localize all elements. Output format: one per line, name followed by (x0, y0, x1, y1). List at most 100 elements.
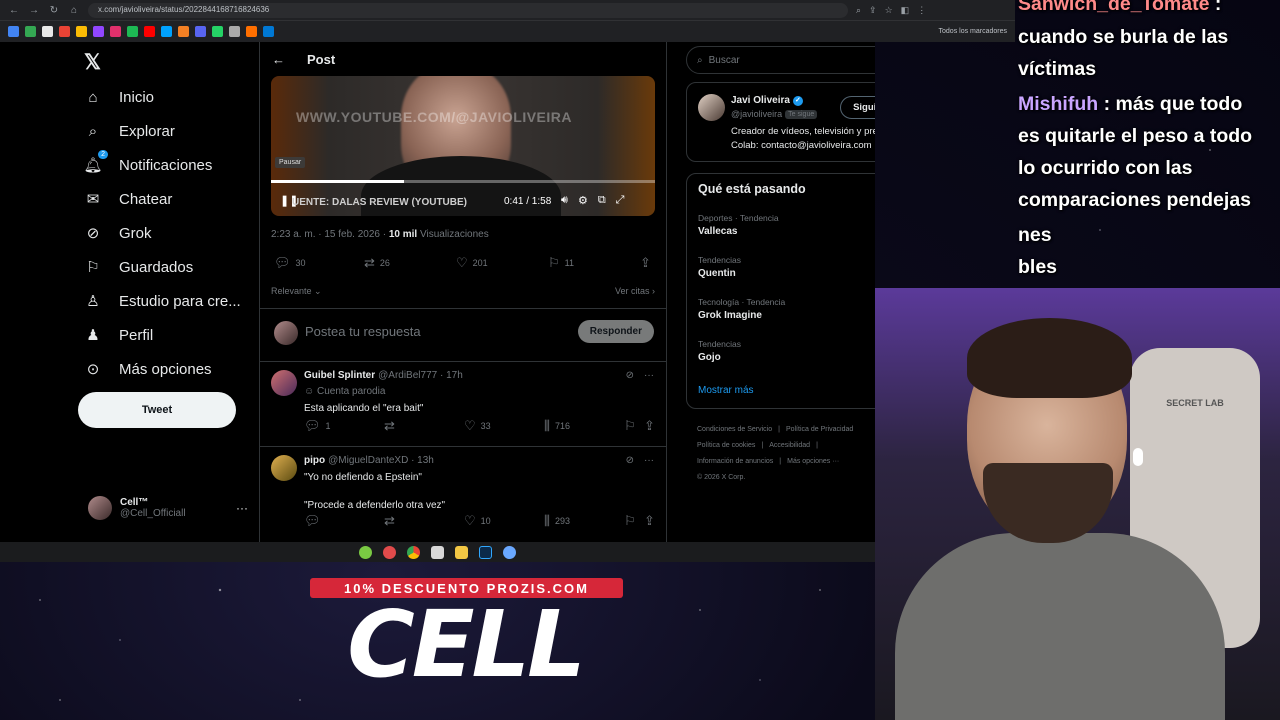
bookmark-icon-6[interactable] (93, 26, 104, 37)
trend-item[interactable]: Tecnología · Tendencia Grok Imagine (698, 297, 875, 321)
sidebar-item-more[interactable]: ⊙ Más opciones (84, 360, 212, 379)
app-icon-bird[interactable] (503, 545, 516, 559)
footer-link[interactable]: Más opciones ··· (787, 458, 839, 465)
bookmark-icon-3[interactable] (42, 26, 53, 37)
footer-link[interactable]: Política de Privacidad (786, 426, 853, 433)
video-progress-bar[interactable] (271, 180, 655, 183)
reply-item[interactable]: pipo @MiguelDanteXD · 13h ⊘ ··· "Yo no def… (260, 447, 666, 542)
bookmark-icon-12[interactable] (195, 26, 206, 37)
sidebar-item-explore[interactable]: ⌕ Explorar (84, 122, 175, 140)
bookmark-icon-1[interactable] (8, 26, 19, 37)
avatar[interactable] (698, 94, 725, 121)
like-action[interactable]: ♡ 33 (464, 418, 491, 434)
zoom-icon[interactable]: ⌕ (856, 5, 861, 16)
volume-icon[interactable]: 🔊︎ (561, 194, 568, 207)
bookmark-icon-4[interactable] (59, 26, 70, 37)
trend-item[interactable]: Deportes · Tendencia Vallecas ··· (698, 213, 875, 237)
sort-dropdown[interactable]: Relevante ⌄ (271, 286, 322, 297)
all-bookmarks-folder[interactable]: Todos los marcadores (939, 28, 1007, 35)
bookmark-action[interactable]: ⚐ (624, 418, 636, 434)
bookmark-icon-5[interactable] (76, 26, 87, 37)
profile-name[interactable]: Javi Oliveira ✓ (731, 95, 803, 106)
menu-icon[interactable]: ⋮ (917, 5, 926, 16)
retweet-action[interactable]: ⇄ 26 (364, 255, 390, 271)
bookmark-icon-13[interactable] (212, 26, 223, 37)
reply-author-name[interactable]: pipo (304, 455, 325, 466)
reply-action[interactable]: 💬︎ 30 (274, 255, 306, 271)
grok-icon[interactable]: ⊘ (626, 370, 634, 381)
sidebar-item-chat[interactable]: ✉ Chatear (84, 190, 173, 209)
show-more-link[interactable]: Mostrar más (698, 385, 754, 396)
x-logo-icon[interactable]: 𝕏 (84, 50, 101, 75)
back-arrow-icon[interactable]: ← (272, 52, 285, 67)
tweet-button[interactable]: Tweet (78, 392, 236, 428)
chrome-icon[interactable] (407, 545, 420, 559)
trend-item[interactable]: Tendencias Quentin ··· (698, 255, 875, 279)
bookmark-action[interactable]: ⚐ 11 (548, 255, 574, 271)
bookmark-icon-11[interactable] (178, 26, 189, 37)
share-icon[interactable]: ⇪ (869, 5, 877, 16)
reply-item[interactable]: Guibel Splinter @ArdiBel777 · 17h ⊘ ··· ☺ … (260, 362, 666, 447)
like-action[interactable]: ♡ 10 (464, 513, 491, 529)
bookmark-icon-7[interactable] (110, 26, 121, 37)
bookmark-icon-15[interactable] (246, 26, 257, 37)
views-action[interactable]: ⫼ 716 (544, 418, 570, 434)
url-bar[interactable]: x.com/javioliveira/status/20228441687168… (88, 2, 848, 18)
bookmark-icon-9[interactable] (144, 26, 155, 37)
photoshop-icon[interactable] (479, 545, 492, 559)
bookmark-icon-10[interactable] (161, 26, 172, 37)
trend-item[interactable]: Tendencias Gojo (698, 339, 875, 363)
home-browser-icon[interactable]: ⌂ (68, 5, 80, 16)
like-action[interactable]: ♡ 201 (456, 255, 488, 271)
sidebar-item-grok[interactable]: ⊘ Grok (84, 224, 152, 243)
fullscreen-icon[interactable]: ⤢ (616, 194, 625, 207)
settings-gear-icon[interactable]: ⚙ (578, 194, 588, 207)
bookmark-icon-2[interactable] (25, 26, 36, 37)
retweet-action[interactable]: ⇄ (384, 418, 395, 434)
reply-author-name[interactable]: Guibel Splinter (304, 370, 375, 381)
pip-icon[interactable]: ⧉ (598, 194, 606, 207)
extensions-icon[interactable]: ◧ (901, 5, 910, 16)
share-action[interactable]: ⇪ (644, 513, 655, 529)
bookmark-icon-8[interactable] (127, 26, 138, 37)
reply-action[interactable]: 💬︎ 1 (304, 418, 331, 434)
reply-action[interactable]: 💬︎ (304, 513, 321, 529)
footer-link[interactable]: Información de anuncios (697, 458, 773, 465)
forward-icon[interactable]: → (28, 5, 40, 16)
more-dots-icon[interactable]: ··· (236, 501, 248, 515)
studio-icon: ♙ (86, 293, 100, 310)
more-dots-icon[interactable]: ··· (644, 370, 654, 381)
reply-input[interactable]: Postea tu respuesta (305, 324, 421, 339)
sidebar-item-profile[interactable]: ♟ Perfil (84, 326, 153, 345)
folder-icon[interactable] (455, 545, 468, 559)
grok-icon[interactable]: ⊘ (626, 455, 634, 466)
more-dots-icon[interactable]: ··· (644, 455, 654, 466)
sidebar-item-creator-studio[interactable]: ♙ Estudio para cre... (84, 292, 240, 311)
views-action[interactable]: ⫼ 293 (544, 513, 570, 529)
following-button[interactable]: Siguiendo (840, 96, 875, 119)
reply-submit-button[interactable]: Responder (577, 320, 654, 343)
share-action[interactable]: ⇪ (640, 255, 651, 271)
view-quotes-link[interactable]: Ver citas › (615, 286, 655, 297)
retweet-action[interactable]: ⇄ (384, 513, 395, 529)
search-input[interactable]: ⌕ Buscar (686, 46, 875, 74)
bookmark-icon-14[interactable] (229, 26, 240, 37)
star-icon[interactable]: ☆ (885, 5, 893, 16)
reload-icon[interactable]: ↻ (48, 5, 60, 16)
app-icon-green[interactable] (359, 545, 372, 559)
app-icon-obs[interactable] (383, 545, 396, 559)
bookmark-icon-16[interactable] (263, 26, 274, 37)
footer-link[interactable]: Política de cookies (697, 442, 755, 449)
sidebar-item-bookmarks[interactable]: ⚐ Guardados (84, 258, 193, 277)
post-timestamp[interactable]: 2:23 a. m. · 15 feb. 2026 · (271, 229, 389, 240)
footer-link[interactable]: Accesibilidad (769, 442, 810, 449)
sidebar-item-home[interactable]: ⌂ Inicio (84, 88, 154, 106)
bookmark-action[interactable]: ⚐ (624, 513, 636, 529)
footer-link[interactable]: Condiciones de Servicio (697, 426, 772, 433)
app-icon-tool[interactable] (431, 545, 444, 559)
share-action[interactable]: ⇪ (644, 418, 655, 434)
account-switcher[interactable]: Cell™ @Cell_Officiall ··· (88, 496, 248, 520)
sidebar-item-notifications[interactable]: 🔔︎ 2 Notificaciones (83, 150, 212, 174)
back-icon[interactable]: ← (8, 5, 20, 16)
video-player[interactable]: WWW.YOUTUBE.COM/@JAVIOLIVEIRA Pausar ❚❚ … (271, 76, 655, 216)
